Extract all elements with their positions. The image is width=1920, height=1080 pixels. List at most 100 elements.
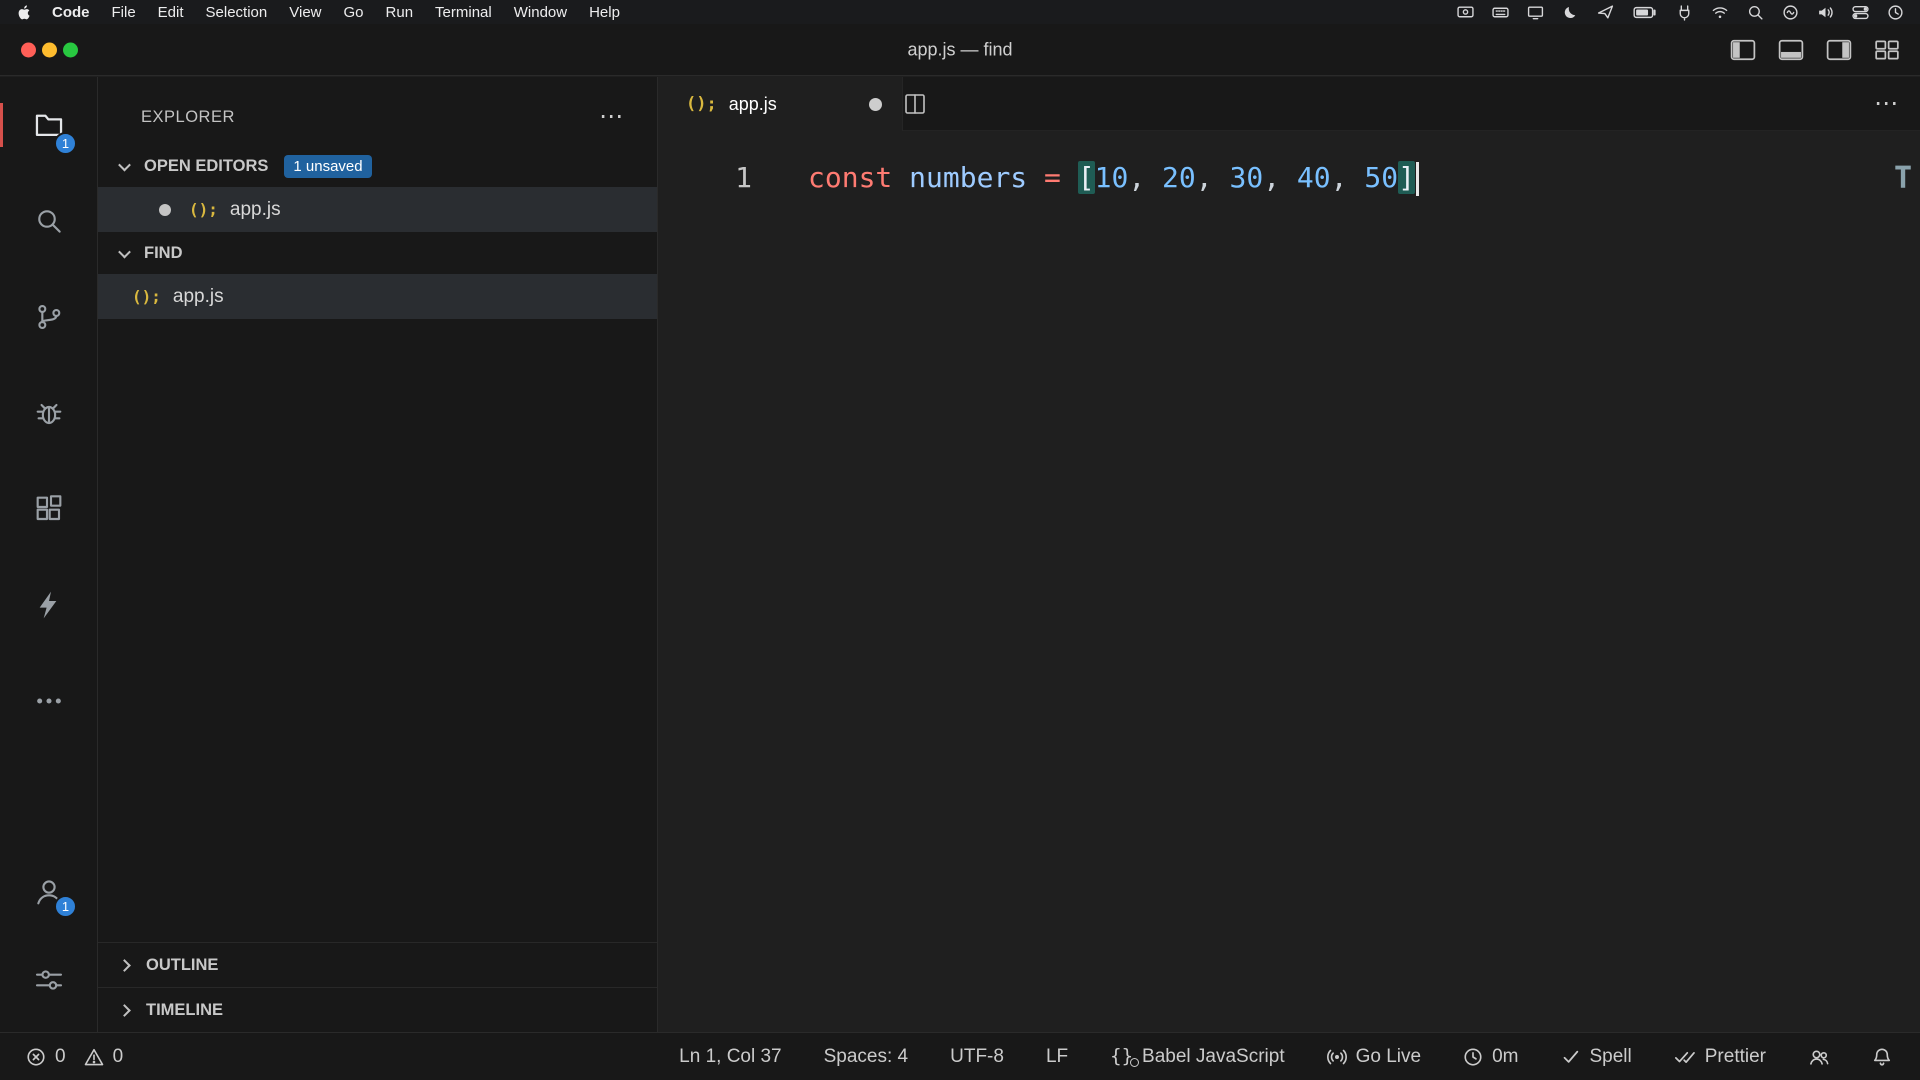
go-live-button[interactable]: Go Live — [1327, 1046, 1421, 1068]
broadcast-icon — [1327, 1047, 1347, 1067]
spotlight-icon[interactable] — [1747, 4, 1764, 21]
prettier-label: Prettier — [1705, 1046, 1766, 1068]
activity-source-control[interactable] — [0, 269, 97, 365]
customize-layout-icon[interactable] — [1874, 39, 1900, 61]
control-center-icon[interactable] — [1852, 4, 1869, 21]
open-editor-item-appjs[interactable]: (); app.js — [98, 187, 657, 232]
accounts-button[interactable]: 1 — [0, 848, 97, 936]
manage-button[interactable] — [0, 936, 97, 1024]
menu-file[interactable]: File — [101, 4, 147, 21]
tab-appjs[interactable]: (); app.js — [658, 77, 903, 131]
problems-button[interactable]: 0 0 — [26, 1046, 123, 1068]
menu-go[interactable]: Go — [333, 4, 375, 21]
toggle-primary-sidebar-icon[interactable] — [1730, 39, 1756, 61]
code-token: , — [1196, 161, 1230, 194]
menu-selection[interactable]: Selection — [195, 4, 279, 21]
bell-icon — [1872, 1047, 1892, 1067]
split-editor-icon[interactable] — [903, 92, 927, 116]
prettier-button[interactable]: Prettier — [1674, 1046, 1766, 1068]
wifi-icon[interactable] — [1711, 4, 1729, 21]
sidebar-header: EXPLORER ⋯ — [98, 89, 657, 145]
error-count: 0 — [55, 1046, 66, 1068]
indentation-button[interactable]: Spaces: 4 — [824, 1046, 909, 1068]
eol-button[interactable]: LF — [1046, 1046, 1068, 1068]
activity-lightning[interactable] — [0, 557, 97, 653]
code-token: numbers — [909, 161, 1027, 194]
keyboard-icon[interactable] — [1492, 4, 1509, 21]
timer-label: 0m — [1492, 1046, 1518, 1068]
sliders-icon — [33, 964, 65, 996]
menu-help[interactable]: Help — [578, 4, 631, 21]
toggle-secondary-sidebar-icon[interactable] — [1826, 39, 1852, 61]
spell-button[interactable]: Spell — [1561, 1046, 1632, 1068]
workbench: 1 1 — [0, 77, 1920, 1032]
apple-menu[interactable] — [16, 4, 33, 21]
volume-icon[interactable] — [1817, 4, 1834, 21]
code-token — [1027, 161, 1044, 194]
code-token: 50 — [1364, 161, 1398, 194]
clock-icon[interactable] — [1887, 4, 1904, 21]
folder-name-label: FIND — [144, 244, 183, 263]
warning-count: 0 — [113, 1046, 124, 1068]
outline-section-header[interactable]: OUTLINE — [98, 942, 657, 987]
display-icon[interactable] — [1527, 4, 1544, 21]
status-bar-left: 0 0 — [0, 1046, 123, 1068]
editor-group: (); app.js ⋯ 1 const numbers = [10, 20, … — [658, 77, 1920, 1032]
code-token: 20 — [1162, 161, 1196, 194]
open-editors-section-header[interactable]: OPEN EDITORS 1 unsaved — [98, 145, 657, 187]
menubar-status-area — [1457, 4, 1920, 21]
activity-run-debug[interactable] — [0, 365, 97, 461]
code-line-1[interactable]: 1 const numbers = [10, 20, 30, 40, 50] — [658, 154, 1920, 202]
language-mode-button[interactable]: {} Babel JavaScript — [1110, 1046, 1284, 1068]
editor-more-actions-icon[interactable]: ⋯ — [1874, 92, 1898, 116]
file-item-appjs[interactable]: (); app.js — [98, 274, 657, 319]
window-titlebar: app.js — find — [0, 24, 1920, 76]
siri-icon[interactable] — [1782, 4, 1799, 21]
menu-code[interactable]: Code — [41, 4, 101, 21]
toggle-panel-icon[interactable] — [1778, 39, 1804, 61]
activity-more[interactable] — [0, 653, 97, 749]
cursor-position-label: Ln 1, Col 37 — [679, 1046, 781, 1068]
braces-icon: {} — [1110, 1047, 1133, 1066]
folder-section-header[interactable]: FIND — [98, 232, 657, 274]
menu-window[interactable]: Window — [503, 4, 578, 21]
encoding-button[interactable]: UTF-8 — [950, 1046, 1004, 1068]
activity-search[interactable] — [0, 173, 97, 269]
timeline-label: TIMELINE — [146, 1001, 223, 1020]
minimap[interactable]: T — [1894, 161, 1912, 196]
lightning-icon — [33, 589, 65, 621]
activity-extensions[interactable] — [0, 461, 97, 557]
activity-explorer[interactable]: 1 — [0, 77, 97, 173]
cursor-position-button[interactable]: Ln 1, Col 37 — [679, 1046, 781, 1068]
chevron-down-icon — [118, 158, 131, 171]
open-editors-label: OPEN EDITORS — [144, 157, 268, 176]
chevron-down-icon — [118, 245, 131, 258]
open-editor-file-name: app.js — [230, 199, 281, 221]
menu-run[interactable]: Run — [375, 4, 425, 21]
plug-icon[interactable] — [1676, 4, 1693, 21]
battery-icon[interactable] — [1632, 6, 1658, 19]
error-icon — [26, 1047, 46, 1067]
check-icon — [1561, 1047, 1581, 1067]
tab-modified-indicator-icon[interactable] — [869, 98, 882, 111]
timer-button[interactable]: 0m — [1463, 1046, 1518, 1068]
menu-view[interactable]: View — [278, 4, 332, 21]
explorer-more-actions-icon[interactable]: ⋯ — [599, 105, 623, 129]
code-token: , — [1331, 161, 1365, 194]
code-token: ] — [1398, 161, 1415, 194]
feedback-button[interactable] — [1808, 1047, 1830, 1067]
moon-icon[interactable] — [1562, 4, 1579, 21]
menu-terminal[interactable]: Terminal — [424, 4, 503, 21]
line-number: 1 — [658, 154, 808, 202]
rocket-icon[interactable] — [1597, 4, 1614, 21]
language-label: Babel JavaScript — [1142, 1046, 1285, 1068]
notifications-button[interactable] — [1872, 1047, 1892, 1067]
code-editor[interactable]: 1 const numbers = [10, 20, 30, 40, 50] T — [658, 131, 1920, 1032]
screen-record-icon[interactable] — [1457, 4, 1474, 21]
apple-icon — [16, 4, 33, 21]
menu-edit[interactable]: Edit — [147, 4, 195, 21]
timeline-section-header[interactable]: TIMELINE — [98, 987, 657, 1032]
outline-label: OUTLINE — [146, 956, 218, 975]
status-bar: 0 0 Ln 1, Col 37 Spaces: 4 UTF-8 LF {} B… — [0, 1032, 1920, 1080]
tab-bar-actions: ⋯ — [903, 77, 1920, 131]
